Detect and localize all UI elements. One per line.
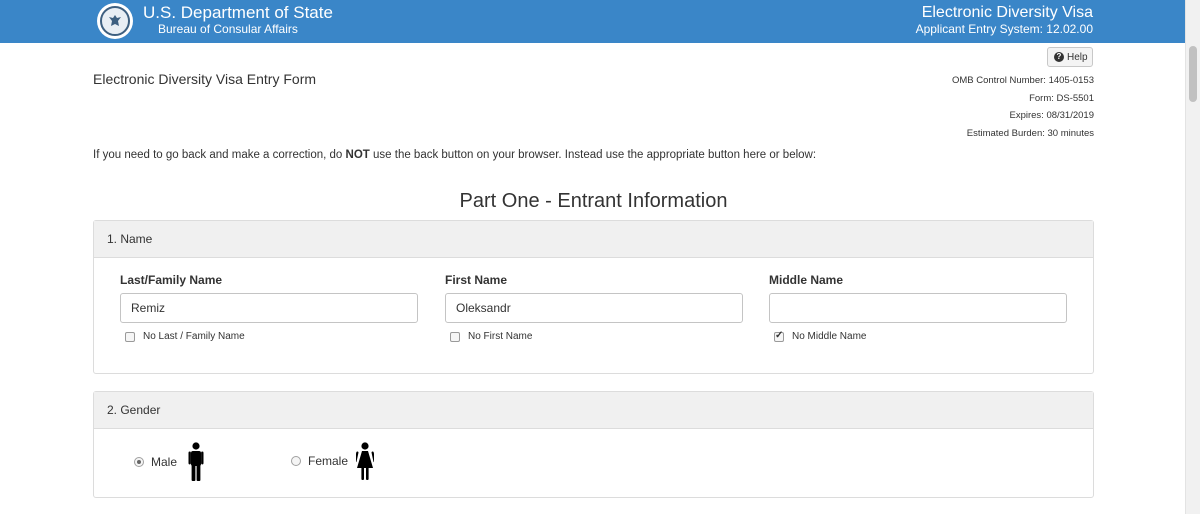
first-name-input[interactable] (445, 293, 743, 323)
scrollbar-thumb[interactable] (1189, 46, 1197, 102)
no-last-name-checkbox[interactable] (125, 331, 135, 342)
expiration-date: Expires: 08/31/2019 (1009, 110, 1094, 121)
help-button[interactable]: ? Help (1047, 47, 1093, 67)
middle-name-label: Middle Name (769, 273, 844, 287)
male-figure-icon (188, 442, 204, 481)
form-number: Form: DS-5501 (1029, 93, 1094, 104)
gender-female-label: Female (308, 454, 349, 468)
no-last-name-option[interactable]: No Last / Family Name (125, 331, 245, 342)
omb-control-number: OMB Control Number: 1405-0153 (951, 75, 1094, 86)
gender-female-option[interactable]: Female (291, 454, 348, 468)
middle-name-input[interactable] (769, 293, 1067, 323)
navigation-instructions: If you need to go back and make a correc… (93, 149, 817, 161)
gender-male-label: Male (151, 455, 178, 469)
part-heading: Part One - Entrant Information (459, 190, 728, 212)
female-figure-icon (356, 442, 374, 480)
no-last-name-label: No Last / Family Name (143, 331, 245, 342)
no-middle-name-label: No Middle Name (792, 331, 867, 342)
site-header: U.S. Department of State Bureau of Consu… (0, 0, 1186, 43)
gender-panel-heading: 2. Gender (94, 392, 1093, 429)
last-name-label: Last/Family Name (120, 273, 223, 287)
gender-male-radio[interactable] (134, 457, 144, 467)
department-title: U.S. Department of State (143, 3, 333, 22)
page-scrollbar[interactable] (1185, 0, 1200, 514)
no-first-name-label: No First Name (468, 331, 533, 342)
bureau-subtitle: Bureau of Consular Affairs (158, 22, 298, 36)
gender-female-radio[interactable] (291, 456, 301, 466)
no-middle-name-checkbox[interactable] (774, 330, 784, 342)
first-name-label: First Name (445, 273, 508, 287)
form-title: Electronic Diversity Visa Entry Form (93, 71, 317, 87)
gender-panel: 2. Gender Male Female (93, 391, 1094, 498)
estimated-burden: Estimated Burden: 30 minutes (966, 128, 1094, 139)
no-middle-name-option[interactable]: No Middle Name (774, 330, 867, 342)
gender-male-option[interactable]: Male (134, 455, 177, 469)
instructions-emphasis: NOT (345, 149, 370, 161)
last-name-input[interactable] (120, 293, 418, 323)
help-button-label: Help (1067, 52, 1088, 63)
no-first-name-option[interactable]: No First Name (450, 331, 532, 342)
no-first-name-checkbox[interactable] (450, 331, 460, 342)
name-panel-heading: 1. Name (94, 221, 1093, 258)
state-department-seal-icon (97, 3, 133, 39)
name-panel: 1. Name Last/Family Name No Last / Famil… (93, 220, 1094, 374)
question-circle-icon: ? (1054, 52, 1064, 62)
system-version: Applicant Entry System: 12.02.00 (915, 22, 1093, 36)
system-title: Electronic Diversity Visa (921, 4, 1093, 21)
